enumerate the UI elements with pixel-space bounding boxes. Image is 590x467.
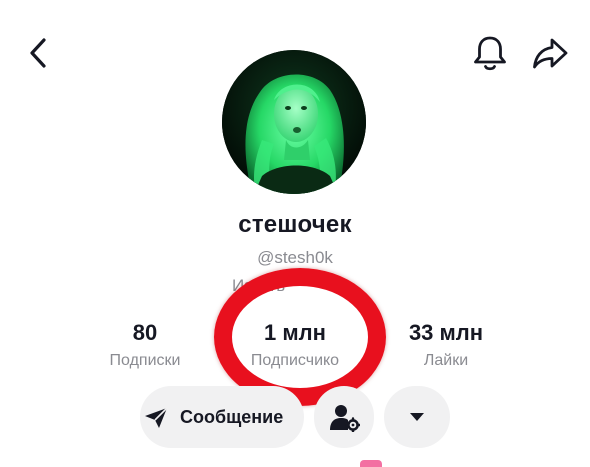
edit-profile-text[interactable]: Изм ть	[232, 276, 362, 296]
message-button[interactable]: Сообщение	[140, 386, 304, 448]
stat-label: Подписчико	[250, 352, 340, 369]
profile-photo	[222, 50, 366, 194]
back-button[interactable]	[22, 36, 56, 70]
stat-label: Лайки	[423, 352, 469, 369]
cut-off-badge	[360, 460, 382, 467]
more-options-button[interactable]	[384, 386, 450, 448]
stat-label: Подписки	[109, 352, 181, 369]
share-button[interactable]	[530, 34, 570, 74]
person-gear-icon	[330, 405, 360, 432]
stat-likes[interactable]: 33 млн Лайки	[386, 320, 506, 370]
stat-value: 1 млн	[264, 320, 326, 345]
caret-down-icon	[410, 413, 424, 421]
username: @stesh0k	[257, 248, 333, 267]
share-arrow-icon	[533, 38, 568, 69]
send-arrow-icon	[145, 407, 168, 428]
stat-value: 33 млн	[408, 320, 484, 345]
stat-following[interactable]: 80 Подписки	[90, 320, 200, 370]
stat-value: 80	[132, 320, 158, 345]
stat-followers[interactable]: 1 млн Подписчико	[228, 320, 362, 370]
display-name: стешочек	[238, 211, 352, 238]
add-friend-button[interactable]	[314, 386, 374, 448]
avatar[interactable]	[222, 50, 366, 194]
bell-icon	[474, 36, 506, 71]
message-button-label: Сообщение	[180, 407, 284, 427]
chevron-left-icon	[30, 38, 46, 68]
notification-button[interactable]	[470, 34, 510, 74]
